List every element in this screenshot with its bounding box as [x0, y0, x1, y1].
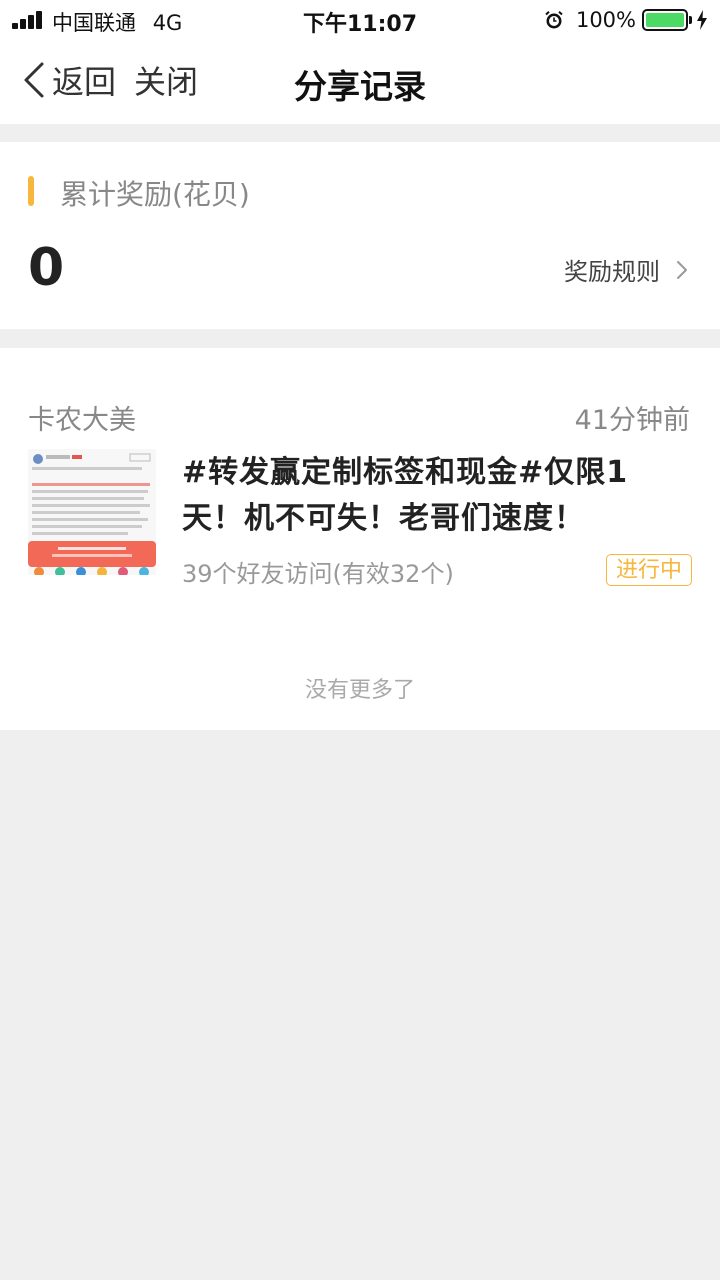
page-title: 分享记录 — [294, 67, 426, 106]
battery-percent: 100% — [575, 8, 636, 32]
reward-value: 0 — [28, 238, 65, 298]
status-bar: 中国联通 4G 下午11:07 100% — [0, 0, 720, 40]
accent-bar — [28, 176, 34, 206]
status-badge: 进行中 — [606, 554, 692, 586]
alarm-icon — [545, 11, 563, 29]
record-time: 41分钟前 — [574, 405, 690, 436]
reward-label: 累计奖励(花贝) — [60, 178, 250, 211]
record-title: #转发赢定制标签和现金#仅限1天！机不可失！老哥们速度！ — [182, 455, 629, 536]
reward-rules-link[interactable]: 奖励规则 — [564, 252, 688, 287]
record-user: 卡农大美 — [28, 405, 136, 436]
reward-summary-card: 累计奖励(花贝) 0 奖励规则 — [0, 142, 720, 329]
reward-rules-label: 奖励规则 — [564, 258, 660, 286]
battery-icon — [642, 9, 692, 31]
record-visits: 39个好友访问(有效32个) — [182, 560, 454, 588]
charging-icon — [697, 10, 707, 30]
chevron-right-icon — [677, 260, 687, 279]
no-more-text: 没有更多了 — [304, 678, 415, 703]
share-record-list: 卡农大美 41分钟前 #转发赢定制标签和现金#仅限1天！机不可失！老哥们速度！ … — [0, 348, 720, 730]
post-thumbnail — [28, 449, 156, 575]
nav-bar: 返回 关闭 分享记录 — [0, 40, 720, 124]
